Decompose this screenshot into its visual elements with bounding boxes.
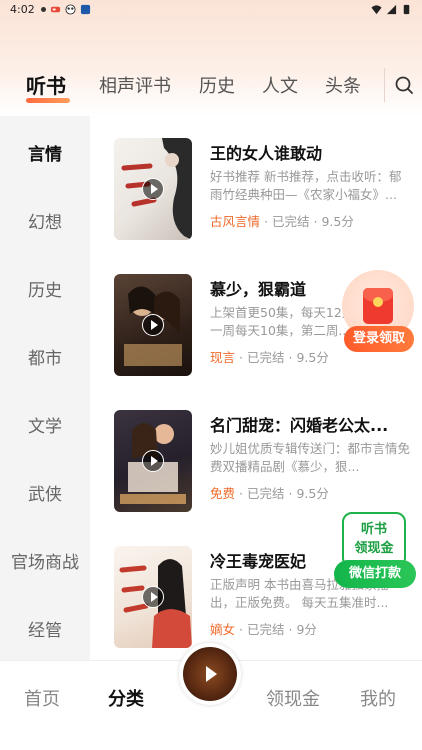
dot-icon	[40, 6, 46, 12]
signal-icon	[386, 4, 397, 14]
book-item[interactable]: 王的女人谁敢动 好书推荐 新书推荐，点击收听：郁雨竹经典种田—《农家小福女》..…	[114, 138, 414, 240]
book-status: 已完结	[246, 486, 285, 501]
book-category: 现言	[210, 350, 236, 365]
sidebar-item-wuxia[interactable]: 武侠	[0, 480, 90, 505]
sidebar-item-fantasy[interactable]: 幻想	[0, 208, 90, 233]
notification-icons	[40, 3, 91, 15]
sidebar-item-history[interactable]: 历史	[0, 276, 90, 301]
book-category: 嫡女	[210, 622, 236, 637]
top-tabs: 听书 相声评书 历史 人文 头条	[0, 64, 422, 108]
status-time: 4:02	[10, 2, 35, 16]
tab-audiobook[interactable]: 听书	[26, 70, 66, 99]
tab-history[interactable]: 历史	[199, 72, 235, 98]
cash-line-2: 领现金	[354, 541, 394, 556]
book-description: 妙儿姐优质专辑传送门：都市言情免费双播精品剧《慕少，狠...	[210, 441, 410, 474]
game-icon	[50, 6, 60, 12]
book-cover[interactable]	[114, 546, 192, 648]
play-icon[interactable]	[142, 586, 164, 608]
panda-icon	[65, 3, 76, 15]
tab-headlines[interactable]: 头条	[325, 72, 361, 98]
tab-humanities[interactable]: 人文	[262, 72, 298, 98]
book-description: 好书推荐 新书推荐，点击收听：郁雨竹经典种田—《农家小福女》...	[210, 169, 402, 202]
book-status: 已完结	[246, 622, 285, 637]
tab-crosstalk[interactable]: 相声评书	[99, 72, 171, 98]
mini-player[interactable]	[179, 643, 241, 705]
active-tab-indicator	[26, 98, 70, 103]
search-icon	[395, 76, 413, 94]
play-icon[interactable]	[142, 314, 164, 336]
sidebar-item-literature[interactable]: 文学	[0, 412, 90, 437]
book-category: 古风言情	[210, 214, 261, 229]
book-cover[interactable]	[114, 138, 192, 240]
login-redpacket-float[interactable]: 登录领取	[342, 270, 414, 354]
book-meta: 免费 · 已完结 · 9.5分	[210, 486, 329, 501]
nav-earn-cash[interactable]: 领现金	[266, 685, 320, 711]
book-score: 9.5分	[296, 350, 329, 365]
bottom-nav: 首页 分类 领现金 我的	[0, 643, 422, 750]
book-meta: 嫡女 · 已完结 · 9分	[210, 622, 317, 637]
search-button[interactable]	[384, 68, 422, 102]
book-meta: 现言 · 已完结 · 9.5分	[210, 350, 329, 365]
book-meta: 古风言情 · 已完结 · 9.5分	[210, 214, 354, 229]
sidebar-item-business[interactable]: 官场商战	[0, 548, 90, 573]
play-icon[interactable]	[142, 450, 164, 472]
status-bar: 4:02	[0, 0, 422, 18]
box-icon	[80, 4, 90, 14]
category-sidebar: 言情 幻想 历史 都市 文学 武侠 官场商战 经管	[0, 116, 90, 660]
book-category: 免费	[210, 486, 236, 501]
wifi-icon	[371, 4, 382, 14]
play-icon[interactable]	[142, 178, 164, 200]
book-status: 已完结	[246, 350, 285, 365]
red-envelope-icon	[363, 288, 393, 324]
wechat-payout-button[interactable]: 微信打款	[334, 560, 416, 588]
nav-category[interactable]: 分类	[108, 685, 144, 711]
book-cover[interactable]	[114, 410, 192, 512]
book-item[interactable]: 名门甜宠：闪婚老公太... 妙儿姐优质专辑传送门：都市言情免费双播精品剧《慕少，…	[114, 410, 414, 512]
sidebar-item-urban[interactable]: 都市	[0, 344, 90, 369]
sidebar-item-management[interactable]: 经管	[0, 616, 90, 641]
nav-profile[interactable]: 我的	[360, 685, 396, 711]
book-score: 9分	[296, 622, 317, 637]
sidebar-item-romance[interactable]: 言情	[0, 140, 90, 165]
battery-icon	[403, 4, 410, 14]
book-status: 已完结	[271, 214, 310, 229]
book-cover[interactable]	[114, 274, 192, 376]
nav-home[interactable]: 首页	[24, 685, 60, 711]
login-claim-button[interactable]: 登录领取	[344, 326, 414, 352]
play-icon[interactable]	[183, 647, 237, 701]
book-title: 名门甜宠：闪婚老公太...	[210, 416, 389, 435]
book-score: 9.5分	[321, 214, 354, 229]
system-icons	[371, 4, 412, 15]
listen-cash-float[interactable]: 听书 领现金 微信打款	[334, 512, 416, 592]
cash-line-1: 听书	[360, 522, 387, 537]
book-score: 9.5分	[296, 486, 329, 501]
book-title: 王的女人谁敢动	[210, 144, 323, 163]
